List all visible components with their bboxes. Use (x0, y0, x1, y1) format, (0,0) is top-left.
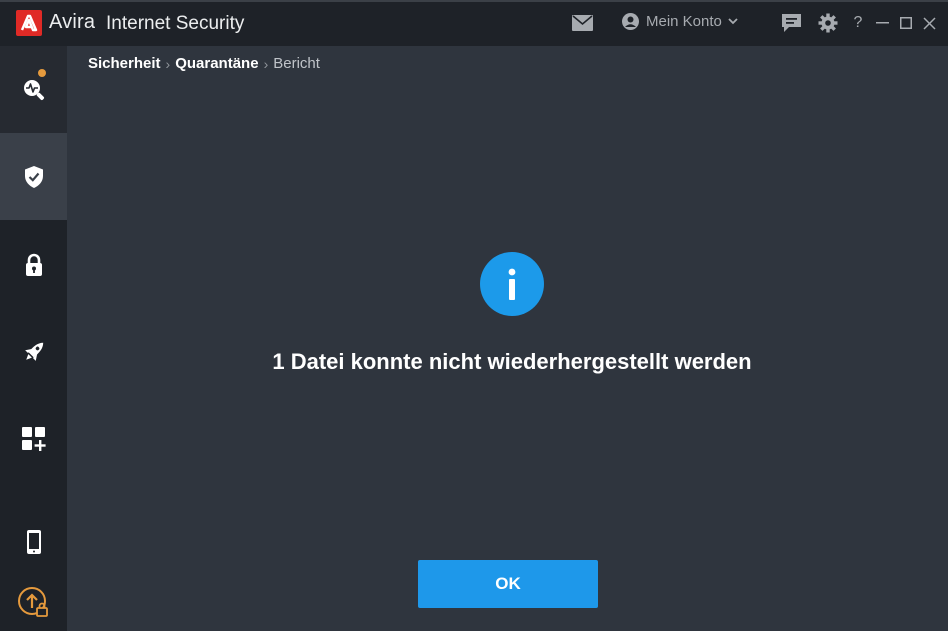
sidebar-item-privacy[interactable] (0, 221, 67, 308)
mail-icon[interactable] (571, 12, 593, 34)
app-brand: Avira (49, 11, 96, 33)
upgrade-icon (17, 586, 48, 617)
breadcrumb: Sicherheit › Quarantäne › Bericht (88, 55, 320, 72)
title-bar: Avira Internet Security Mein Konto ? (0, 0, 948, 46)
notification-dot (38, 69, 46, 77)
sidebar-item-upgrade[interactable] (0, 559, 67, 631)
avira-logo-icon (16, 10, 42, 36)
breadcrumb-item-bericht: Bericht (273, 55, 320, 72)
phone-icon (26, 529, 41, 554)
scan-icon (23, 79, 44, 100)
info-icon (480, 252, 544, 316)
breadcrumb-item-sicherheit[interactable]: Sicherheit (88, 55, 161, 72)
sidebar-item-scanner[interactable] (0, 46, 67, 133)
sidebar (0, 46, 67, 631)
rocket-icon (24, 342, 43, 361)
chevron-down-icon (728, 18, 738, 25)
ok-button[interactable]: OK (418, 560, 598, 608)
account-label: Mein Konto (646, 13, 722, 30)
feedback-icon[interactable] (780, 12, 802, 34)
account-menu[interactable]: Mein Konto (622, 13, 738, 30)
minimize-icon[interactable] (874, 12, 890, 34)
close-icon[interactable] (921, 12, 937, 34)
top-strip (0, 0, 948, 2)
breadcrumb-separator: › (165, 55, 171, 72)
sidebar-item-security[interactable] (0, 133, 67, 220)
sidebar-item-performance[interactable] (0, 308, 67, 395)
help-icon[interactable]: ? (850, 12, 866, 34)
maximize-icon[interactable] (898, 12, 914, 34)
breadcrumb-separator: › (263, 55, 269, 72)
user-icon (622, 13, 639, 30)
lock-icon (25, 253, 42, 276)
app-product-name: Internet Security (106, 13, 245, 34)
apps-add-icon (21, 426, 46, 451)
dialog-message: 1 Datei konnte nicht wiederhergestellt w… (272, 349, 752, 374)
gear-icon[interactable] (817, 12, 839, 34)
breadcrumb-item-quarantaene[interactable]: Quarantäne (175, 55, 258, 72)
shield-check-icon (24, 165, 43, 188)
sidebar-item-apps[interactable] (0, 395, 67, 482)
app-window: Avira Internet Security Mein Konto ? Sic… (0, 0, 948, 631)
